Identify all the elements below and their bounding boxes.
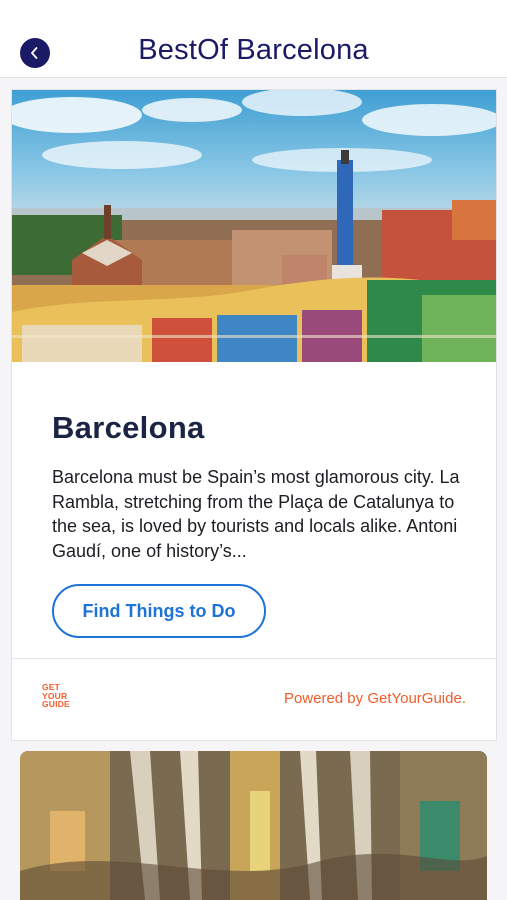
powered-by-text[interactable]: Powered by GetYourGuide. bbox=[284, 690, 466, 707]
hero-image bbox=[12, 90, 496, 362]
destination-card: Barcelona Barcelona must be Spain’s most… bbox=[11, 89, 497, 741]
app-header: BestOf Barcelona bbox=[0, 0, 507, 78]
next-card-image[interactable] bbox=[20, 751, 487, 900]
getyourguide-logo[interactable]: GET YOUR GUIDE bbox=[42, 683, 82, 713]
card-title: Barcelona bbox=[52, 410, 205, 445]
card-description: Barcelona must be Spain’s most glamorous… bbox=[52, 467, 460, 561]
card-divider bbox=[12, 658, 496, 659]
page-title: BestOf Barcelona bbox=[138, 34, 369, 66]
find-things-button[interactable]: Find Things to Do bbox=[52, 584, 266, 638]
